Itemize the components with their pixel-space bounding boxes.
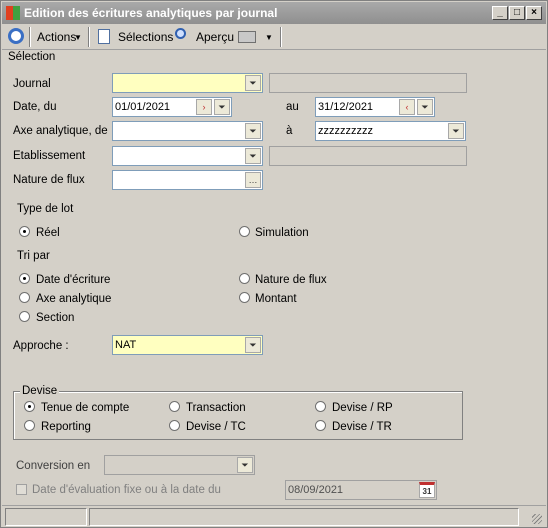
- axe-label: Axe analytique, de: [13, 125, 108, 137]
- main-window: Edition des écritures analytiques par jo…: [0, 0, 548, 528]
- date-eval-checkbox[interactable]: [16, 484, 27, 495]
- journal-field[interactable]: ⏷: [112, 73, 263, 93]
- devise-tc-radio[interactable]: [169, 420, 180, 431]
- transaction-label: Transaction: [186, 402, 246, 414]
- axe-to-field[interactable]: zzzzzzzzzz ⏷: [315, 121, 466, 141]
- section-label: Sélection: [8, 51, 56, 63]
- tenue-label: Tenue de compte: [41, 402, 130, 414]
- tri-date-radio[interactable]: [19, 273, 30, 284]
- date-dropdown-icon[interactable]: ⏷: [417, 99, 433, 115]
- devise-label: Devise: [20, 385, 60, 397]
- chevron-down-icon[interactable]: ⏷: [245, 75, 261, 91]
- calendar-icon[interactable]: 31: [419, 482, 435, 498]
- devise-rp-label: Devise / RP: [332, 402, 393, 414]
- simulation-label: Simulation: [255, 227, 309, 239]
- approche-select[interactable]: NAT ⏷: [112, 335, 263, 355]
- ellipsis-icon[interactable]: …: [245, 172, 261, 188]
- devise-tr-radio[interactable]: [315, 420, 326, 431]
- tri-axe-radio[interactable]: [19, 292, 30, 303]
- date-to-label: au: [286, 101, 299, 113]
- chevron-down-icon[interactable]: ⏷: [245, 337, 261, 353]
- close-icon[interactable]: ×: [526, 6, 542, 20]
- type-lot-label: Type de lot: [17, 203, 74, 215]
- date-dropdown-icon[interactable]: ⏷: [214, 99, 230, 115]
- chevron-down-icon[interactable]: ⏷: [245, 123, 261, 139]
- reporting-radio[interactable]: [24, 420, 35, 431]
- target-icon[interactable]: [8, 28, 24, 44]
- print-dropdown-icon[interactable]: ▼: [265, 33, 273, 42]
- nature-flux-label: Nature de flux: [13, 174, 85, 186]
- chevron-down-icon[interactable]: ⏷: [448, 123, 464, 139]
- date-prev-icon[interactable]: ‹: [399, 99, 415, 115]
- status-bar: [2, 505, 546, 527]
- printer-icon[interactable]: [238, 31, 256, 43]
- tri-nature-radio[interactable]: [239, 273, 250, 284]
- transaction-radio[interactable]: [169, 401, 180, 412]
- devise-tr-label: Devise / TR: [332, 421, 392, 433]
- approche-label: Approche :: [13, 340, 69, 352]
- axe-from-field[interactable]: ⏷: [112, 121, 263, 141]
- apercu-button[interactable]: Aperçu: [196, 30, 234, 44]
- chevron-down-icon[interactable]: ⏷: [237, 457, 253, 473]
- minimize-icon[interactable]: _: [492, 6, 508, 20]
- status-cell: [5, 508, 87, 526]
- date-from-field[interactable]: 01/01/2021 ⏷ ›: [112, 97, 232, 117]
- date-eval-label: Date d'évaluation fixe ou à la date du: [32, 484, 221, 496]
- tenue-radio[interactable]: [24, 401, 35, 412]
- tri-section-radio[interactable]: [19, 311, 30, 322]
- journal-description: [269, 73, 467, 93]
- date-label: Date, du: [13, 101, 57, 113]
- etablissement-field[interactable]: ⏷: [112, 146, 263, 166]
- title-bar: Edition des écritures analytiques par jo…: [2, 2, 546, 24]
- chevron-down-icon[interactable]: ▼: [74, 33, 82, 42]
- magnifier-icon: [175, 28, 186, 39]
- actions-menu[interactable]: Actions: [37, 30, 76, 44]
- tri-montant-radio[interactable]: [239, 292, 250, 303]
- nature-flux-field[interactable]: …: [112, 170, 263, 190]
- tri-section-label: Section: [36, 312, 75, 324]
- devise-tc-label: Devise / TC: [186, 421, 246, 433]
- reel-label: Réel: [36, 227, 60, 239]
- document-icon: [98, 29, 110, 44]
- resize-grip-icon[interactable]: [532, 514, 542, 524]
- toolbar: Actions ▼ Sélections Aperçu ▼: [2, 24, 546, 50]
- selections-button[interactable]: Sélections: [118, 30, 173, 44]
- devise-rp-radio[interactable]: [315, 401, 326, 412]
- reel-radio[interactable]: [19, 226, 30, 237]
- date-next-icon[interactable]: ›: [196, 99, 212, 115]
- etablissement-label: Etablissement: [13, 150, 86, 162]
- date-eval-field[interactable]: 08/09/2021 31: [285, 480, 437, 500]
- reporting-label: Reporting: [41, 421, 91, 433]
- chevron-down-icon[interactable]: ⏷: [245, 148, 261, 164]
- conversion-label: Conversion en: [16, 460, 91, 472]
- tri-par-label: Tri par: [17, 250, 50, 262]
- etablissement-description: [269, 146, 467, 166]
- maximize-icon[interactable]: □: [509, 6, 525, 20]
- date-to-field[interactable]: 31/12/2021 ⏷ ‹: [315, 97, 435, 117]
- journal-label: Journal: [13, 78, 51, 90]
- app-icon: [6, 6, 20, 20]
- tri-date-label: Date d'écriture: [36, 274, 111, 286]
- status-cell: [89, 508, 519, 526]
- axe-to-label: à: [286, 125, 293, 137]
- simulation-radio[interactable]: [239, 226, 250, 237]
- conversion-select[interactable]: ⏷: [104, 455, 255, 475]
- tri-axe-label: Axe analytique: [36, 293, 112, 305]
- tri-nature-label: Nature de flux: [255, 274, 327, 286]
- window-title: Edition des écritures analytiques par jo…: [24, 6, 278, 20]
- tri-montant-label: Montant: [255, 293, 297, 305]
